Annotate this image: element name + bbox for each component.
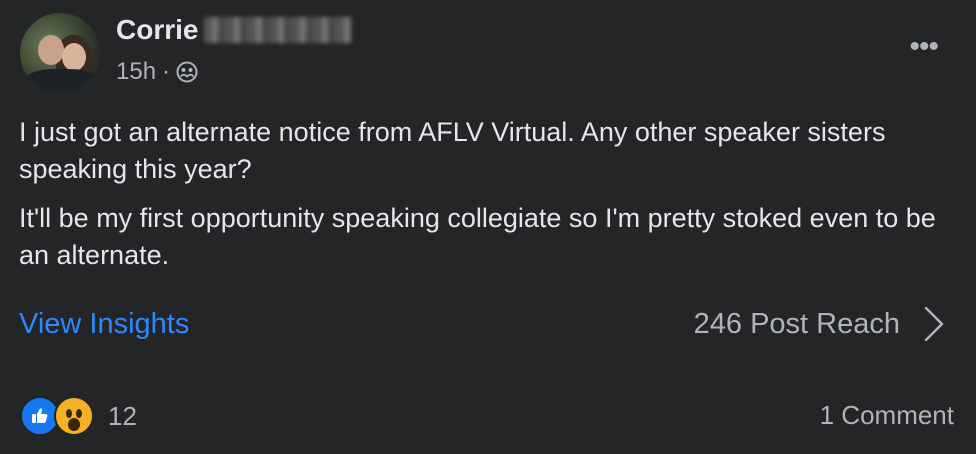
wow-icon <box>54 396 94 436</box>
reactions-summary[interactable]: 12 <box>20 396 137 436</box>
author-row: Corrie <box>116 14 353 46</box>
avatar-face-left <box>38 35 64 65</box>
post-text: I just got an alternate notice from AFLV… <box>19 114 949 286</box>
post-meta: 15h · <box>116 58 198 86</box>
post-reach-button[interactable]: 246 Post Reach <box>694 304 946 344</box>
reaction-count: 12 <box>108 400 137 431</box>
redacted-surname <box>204 17 353 43</box>
post-paragraph: It'll be my first opportunity speaking c… <box>19 203 936 270</box>
group-icon <box>176 61 198 83</box>
more-options-icon: ••• <box>909 30 938 63</box>
comment-count-link[interactable]: 1 Comment <box>820 400 954 431</box>
post-paragraph: I just got an alternate notice from AFLV… <box>19 117 886 184</box>
view-insights-link[interactable]: View Insights <box>19 308 189 341</box>
post-reach-label: 246 Post Reach <box>693 307 900 340</box>
more-options-button[interactable]: ••• <box>909 32 938 62</box>
avatar-shirt <box>24 69 100 93</box>
chevron-right-icon <box>924 306 944 342</box>
post-timestamp[interactable]: 15h <box>116 58 156 86</box>
avatar[interactable] <box>20 13 100 93</box>
meta-separator: · <box>162 58 171 85</box>
author-name[interactable]: Corrie <box>116 14 198 46</box>
avatar-face-right <box>62 43 86 71</box>
